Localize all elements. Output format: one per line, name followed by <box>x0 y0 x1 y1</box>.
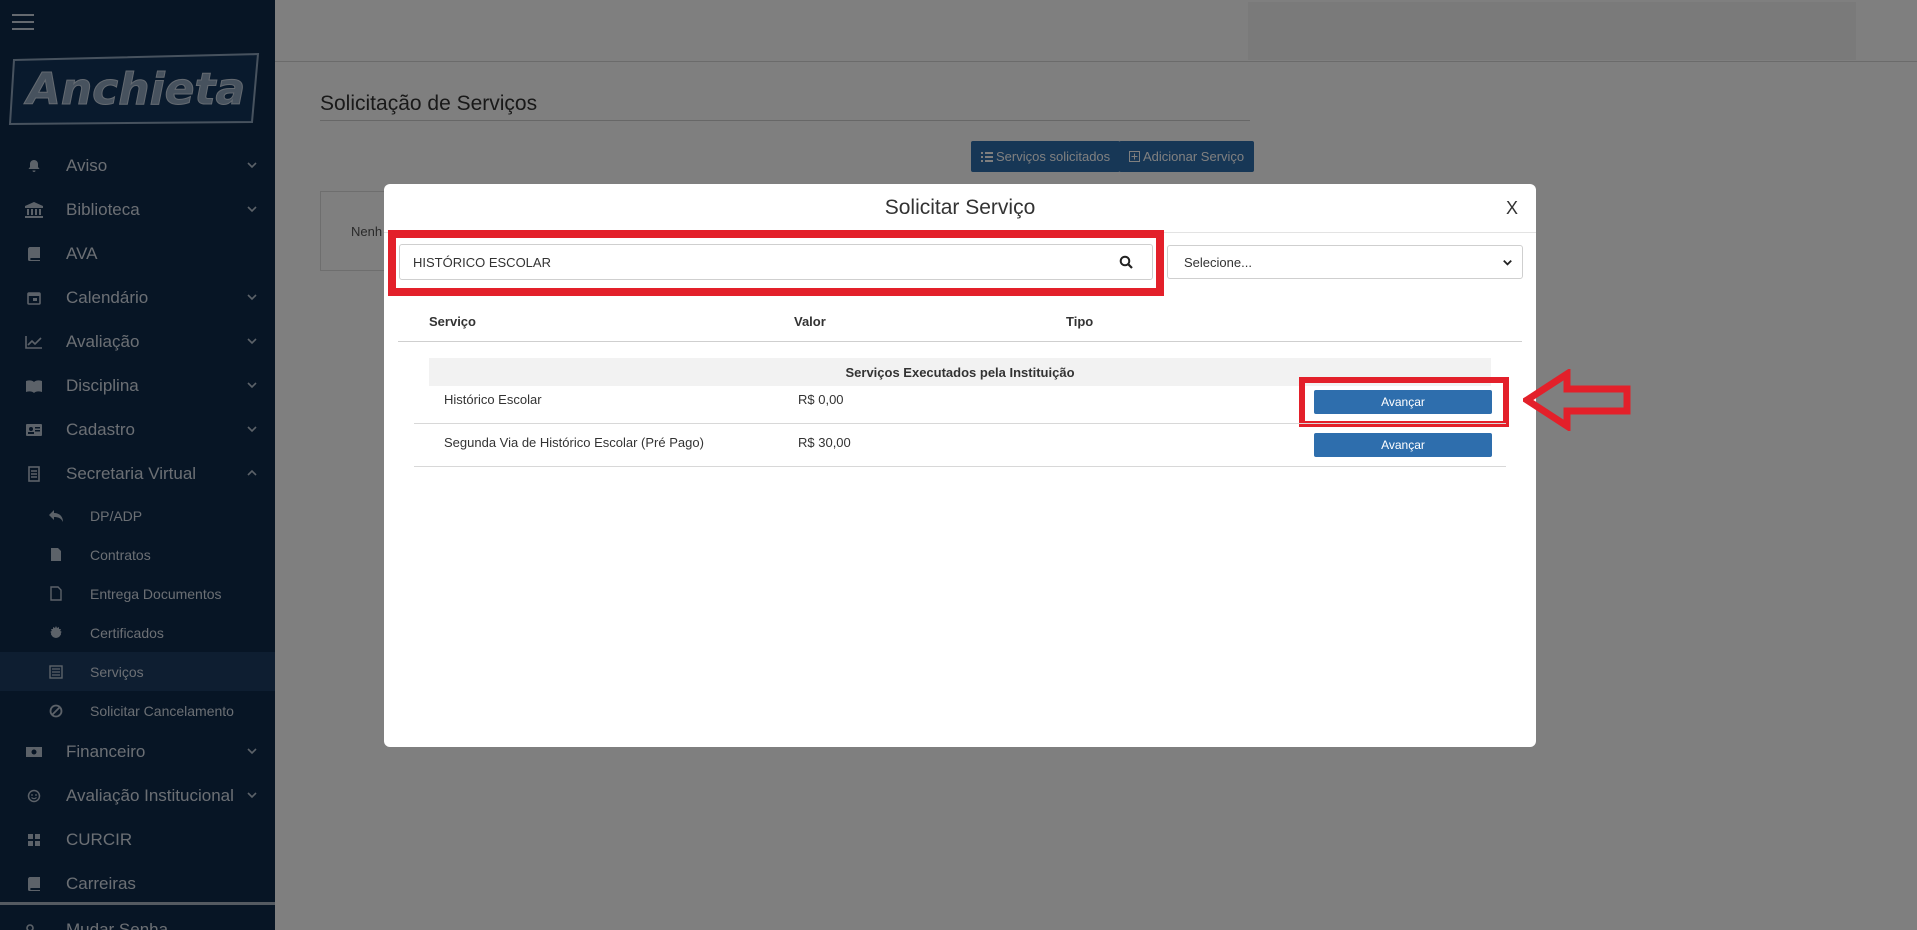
avancar-button[interactable]: Avançar <box>1314 390 1492 414</box>
column-header-tipo: Tipo <box>1066 314 1094 329</box>
row-servico-cell: Histórico Escolar <box>444 392 542 407</box>
search-icon[interactable] <box>1109 248 1143 276</box>
search-input[interactable] <box>399 244 1153 280</box>
tipo-select[interactable]: Selecione... <box>1167 245 1523 279</box>
solicitar-servico-modal: Solicitar Serviço X Selecione... Serviço… <box>384 184 1536 747</box>
row-divider <box>414 423 1506 424</box>
row-servico-cell: Segunda Via de Histórico Escolar (Pré Pa… <box>444 435 704 450</box>
column-header-servico: Serviço <box>429 314 476 329</box>
annotation-arrow-icon <box>1523 369 1631 431</box>
column-header-valor: Valor <box>794 314 826 329</box>
avancar-button[interactable]: Avançar <box>1314 433 1492 457</box>
modal-title: Solicitar Serviço <box>884 196 1036 219</box>
close-button[interactable]: X <box>1506 198 1518 219</box>
row-valor-cell: R$ 0,00 <box>798 392 844 407</box>
table-header-divider <box>398 341 1522 342</box>
row-valor-cell: R$ 30,00 <box>798 435 851 450</box>
tipo-select-value: Selecione... <box>1184 254 1252 270</box>
row-divider <box>414 466 1506 467</box>
modal-header: Solicitar Serviço X <box>384 184 1536 233</box>
chevron-down-icon <box>1503 259 1512 266</box>
